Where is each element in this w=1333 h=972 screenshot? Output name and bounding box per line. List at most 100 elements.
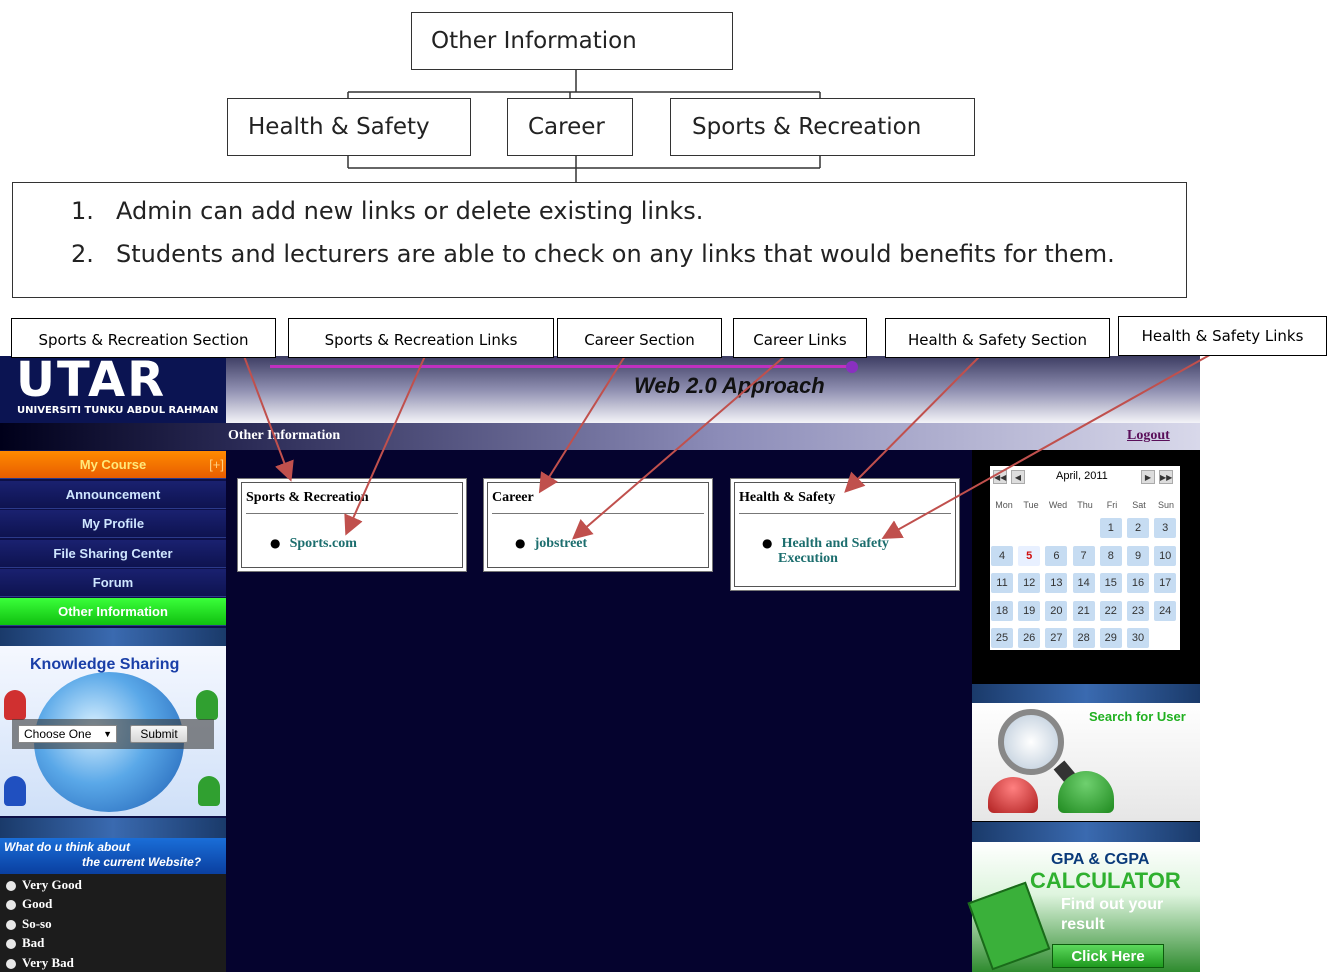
annotation-sports-links: Sports & Recreation Links bbox=[288, 318, 554, 358]
calendar-day[interactable]: 8 bbox=[1099, 545, 1122, 566]
note-text: Admin can add new links or delete existi… bbox=[116, 197, 704, 225]
calendar-day[interactable]: 22 bbox=[1099, 600, 1122, 621]
section-title: Health & Safety bbox=[739, 490, 836, 505]
menu-forum[interactable]: Forum bbox=[0, 569, 226, 597]
section-health: Health & Safety ● Health and Safety Exec… bbox=[730, 478, 960, 591]
select-value: Choose One bbox=[24, 727, 92, 741]
calendar-day[interactable]: 25 bbox=[991, 628, 1013, 648]
note-number: 2. bbox=[71, 240, 94, 268]
poll-option[interactable]: Bad bbox=[6, 935, 44, 951]
weekday-label: Fri bbox=[1106, 500, 1118, 510]
calendar-day[interactable]: 9 bbox=[1127, 545, 1149, 566]
bullet-icon: ● bbox=[762, 536, 773, 550]
gpa-calculator-title: CALCULATOR bbox=[1030, 868, 1181, 893]
poll-option-label: Good bbox=[22, 896, 53, 911]
menu-file-sharing[interactable]: File Sharing Center bbox=[0, 540, 226, 568]
link-item: ● Health and Safety bbox=[762, 532, 889, 552]
gpa-tagline-1: Find out your bbox=[1061, 896, 1164, 913]
poll-option-label: So-so bbox=[22, 916, 52, 931]
calendar-day[interactable]: 20 bbox=[1045, 600, 1068, 621]
poll-option[interactable]: So-so bbox=[6, 916, 52, 932]
header-decor-dot bbox=[846, 361, 858, 373]
calendar-day[interactable]: 11 bbox=[991, 573, 1013, 593]
calendar-day[interactable]: 24 bbox=[1154, 600, 1177, 621]
calendar-day[interactable]: 1 bbox=[1099, 518, 1122, 538]
calendar-day[interactable]: 10 bbox=[1154, 545, 1177, 566]
link-item: ● jobstreet bbox=[515, 532, 587, 552]
header-tagline: Web 2.0 Approach bbox=[634, 373, 825, 398]
calendar-day[interactable]: 14 bbox=[1072, 573, 1095, 593]
header-decor-line bbox=[270, 365, 850, 368]
radio-icon[interactable] bbox=[6, 881, 16, 892]
calendar-day[interactable]: 13 bbox=[1045, 573, 1068, 593]
next-year-icon[interactable]: ▶▶ bbox=[1159, 470, 1173, 484]
gpa-calculator-banner[interactable]: GPA & CGPA CALCULATOR Find out your resu… bbox=[967, 842, 1200, 972]
calendar-day[interactable]: 27 bbox=[1045, 628, 1068, 648]
radio-icon[interactable] bbox=[6, 959, 16, 970]
person-icon bbox=[4, 776, 26, 806]
calendar-day[interactable]: 16 bbox=[1127, 573, 1149, 593]
calculator-icon bbox=[967, 881, 1051, 971]
calendar-day[interactable]: 28 bbox=[1072, 628, 1095, 648]
calendar: ◀◀ ◀ April, 2011 ▶ ▶▶ Mon Tue Wed Thu Fr… bbox=[990, 466, 1180, 650]
radio-icon[interactable] bbox=[6, 900, 16, 911]
annotation-career-section: Career Section bbox=[557, 318, 722, 358]
choose-one-select[interactable]: Choose One ▼ bbox=[18, 725, 117, 743]
calendar-day[interactable]: 6 bbox=[1045, 545, 1068, 566]
weekday-label: Mon bbox=[995, 500, 1013, 510]
calendar-day[interactable]: 12 bbox=[1018, 573, 1041, 593]
prev-month-icon[interactable]: ◀ bbox=[1011, 470, 1025, 484]
user-icon bbox=[988, 777, 1038, 813]
health-link-continued[interactable]: Execution bbox=[778, 551, 838, 567]
calendar-day[interactable]: 21 bbox=[1072, 600, 1095, 621]
next-month-icon[interactable]: ▶ bbox=[1141, 470, 1155, 484]
expand-icon[interactable]: [+] bbox=[209, 451, 224, 479]
gpa-title: GPA & CGPA bbox=[1051, 851, 1150, 868]
calendar-day[interactable]: 4 bbox=[991, 545, 1013, 566]
submit-button[interactable]: Submit bbox=[130, 725, 188, 743]
poll-option[interactable]: Good bbox=[6, 896, 52, 912]
section-divider bbox=[492, 513, 704, 514]
menu-my-profile[interactable]: My Profile bbox=[0, 510, 226, 538]
calendar-day[interactable]: 2 bbox=[1127, 518, 1149, 538]
calendar-day[interactable]: 23 bbox=[1127, 600, 1149, 621]
section-sports: Sports & Recreation ● Sports.com bbox=[237, 478, 467, 572]
radio-icon[interactable] bbox=[6, 939, 16, 950]
click-here-button[interactable]: Click Here bbox=[1052, 944, 1164, 968]
calendar-day[interactable]: 7 bbox=[1072, 545, 1095, 566]
menu-my-course[interactable]: My Course [+] bbox=[0, 451, 226, 479]
bullet-icon: ● bbox=[270, 536, 281, 550]
menu-other-information[interactable]: Other Information bbox=[0, 598, 226, 626]
radio-icon[interactable] bbox=[6, 920, 16, 931]
poll-option[interactable]: Very Good bbox=[6, 877, 82, 893]
poll-option[interactable]: Very Bad bbox=[6, 955, 74, 971]
menu-announcement[interactable]: Announcement bbox=[0, 481, 226, 509]
calendar-day[interactable]: 19 bbox=[1018, 600, 1041, 621]
career-link[interactable]: jobstreet bbox=[535, 536, 588, 551]
search-user-banner[interactable]: Search for User bbox=[972, 703, 1200, 821]
sidebar-divider bbox=[0, 818, 226, 838]
calendar-day[interactable]: 18 bbox=[991, 600, 1013, 621]
sports-link[interactable]: Sports.com bbox=[290, 536, 357, 551]
search-user-label: Search for User bbox=[1089, 709, 1186, 724]
calendar-day[interactable]: 17 bbox=[1154, 573, 1177, 593]
calendar-month: April, 2011 bbox=[1056, 470, 1108, 482]
calendar-day[interactable]: 26 bbox=[1018, 628, 1041, 648]
annotation-health-links: Health & Safety Links bbox=[1118, 316, 1327, 356]
poll-question-line2: the current Website? bbox=[82, 855, 202, 869]
calendar-day[interactable]: 5 bbox=[1018, 545, 1041, 566]
prev-year-icon[interactable]: ◀◀ bbox=[993, 470, 1007, 484]
diagram-child-career: Career bbox=[507, 98, 633, 156]
utar-logo-subtitle: UNIVERSITI TUNKU ABDUL RAHMAN bbox=[17, 405, 219, 416]
calendar-day[interactable]: 3 bbox=[1154, 518, 1177, 538]
calendar-day[interactable]: 15 bbox=[1099, 573, 1122, 593]
logout-link[interactable]: Logout bbox=[1127, 428, 1170, 444]
bullet-icon: ● bbox=[515, 536, 526, 550]
health-link[interactable]: Health and Safety bbox=[782, 536, 889, 551]
poll-option-label: Bad bbox=[22, 935, 45, 950]
diagram-child-health: Health & Safety bbox=[227, 98, 471, 156]
title-bar: Other Information Logout bbox=[0, 423, 1200, 450]
utar-logo[interactable]: UTAR bbox=[16, 352, 166, 408]
calendar-day[interactable]: 29 bbox=[1099, 628, 1122, 648]
calendar-day[interactable]: 30 bbox=[1127, 628, 1149, 648]
